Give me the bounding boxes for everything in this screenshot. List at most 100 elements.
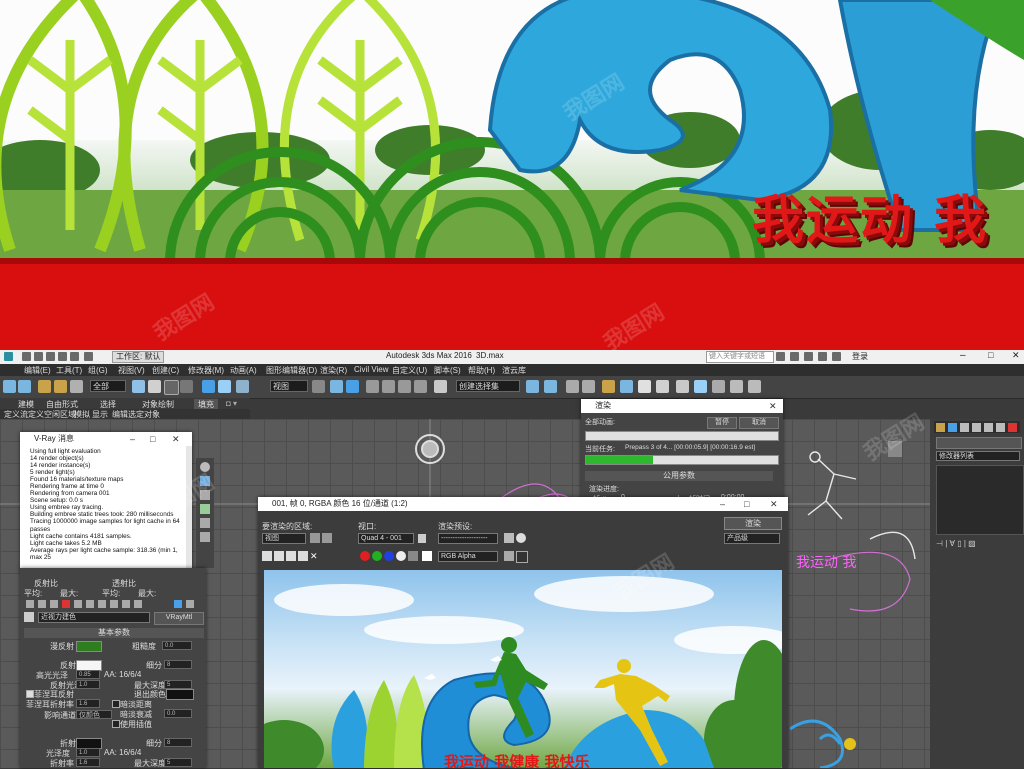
use-interpolation-checkbox[interactable] [112, 720, 120, 728]
render-preset-select[interactable]: -------------------- [438, 533, 498, 544]
gloss-spinner[interactable]: 1.0 [76, 748, 100, 757]
minimize-icon[interactable]: – [720, 497, 725, 511]
render-progress-titlebar[interactable]: 渲染 ✕ [581, 399, 783, 413]
monochrome-icon[interactable] [408, 551, 418, 561]
toggle-ui-overlay-icon[interactable] [504, 551, 514, 561]
background-icon[interactable] [200, 490, 210, 500]
lock-viewport-icon[interactable] [418, 534, 426, 543]
toggle-ui-icon[interactable] [516, 551, 528, 563]
menu-item[interactable]: 脚本(S) [434, 365, 461, 376]
curve-editor-icon[interactable] [602, 380, 615, 393]
menu-item[interactable]: 工具(T) [56, 365, 82, 376]
close-icon[interactable]: ✕ [1012, 350, 1020, 361]
clear-icon[interactable]: ✕ [310, 551, 320, 561]
spinner-snap-icon[interactable] [414, 380, 427, 393]
layer-explorer-icon[interactable] [566, 380, 579, 393]
create-tab-icon[interactable] [936, 423, 945, 432]
align-icon[interactable] [544, 380, 557, 393]
maximize-icon[interactable]: □ [744, 497, 749, 511]
render-progress-window[interactable]: 渲染 ✕ 全部动画: 暂停 取消 当前任务: Prepass 3 of 4...… [581, 399, 783, 509]
alpha-channel-icon[interactable] [396, 551, 406, 561]
save-icon[interactable] [46, 352, 55, 361]
window-crossing-icon[interactable] [180, 380, 193, 393]
red-channel-icon[interactable] [360, 551, 370, 561]
max-depth-spinner[interactable]: 5 [164, 680, 192, 689]
ribbon-toggle-icon[interactable]: ◘ ▾ [226, 399, 237, 408]
menu-item[interactable]: 视图(V) [118, 365, 145, 376]
fresnel-ior-spinner[interactable]: 1.6 [76, 699, 100, 708]
dim-distance-checkbox[interactable] [112, 700, 120, 708]
maximize-icon[interactable]: □ [988, 350, 993, 360]
render-type-select[interactable]: 产品级 [724, 533, 780, 544]
menu-item[interactable]: 帮助(H) [468, 365, 495, 376]
toggle-ribbon-icon[interactable] [582, 380, 595, 393]
render-setup-icon[interactable] [656, 380, 669, 393]
app-logo-icon[interactable] [4, 352, 13, 361]
vray-messages-window[interactable]: V-Ray 消息 – □ ✕ Using full light evaluati… [20, 432, 192, 570]
menu-item[interactable]: 图形编辑器(D) [266, 365, 317, 376]
bind-space-warp-icon[interactable] [70, 380, 83, 393]
redo-icon[interactable] [70, 352, 79, 361]
dim-falloff-spinner[interactable]: 0.0 [164, 709, 192, 718]
sample-type-icon[interactable] [200, 462, 210, 472]
select-object-icon[interactable] [132, 380, 145, 393]
vray-messages-titlebar[interactable]: V-Ray 消息 – □ ✕ [20, 432, 192, 446]
blue-channel-icon[interactable] [384, 551, 394, 561]
select-manipulate-icon[interactable] [330, 380, 343, 393]
hilight-gloss-spinner[interactable]: 0.85 [76, 670, 100, 679]
clone-frame-icon[interactable] [286, 551, 296, 561]
pivot-center-icon[interactable] [312, 380, 325, 393]
modifier-stack[interactable] [936, 465, 1024, 535]
hierarchy-tab-icon[interactable] [960, 423, 969, 432]
stack-controls[interactable]: ⊣ | ∀ ▯ | ▨ [936, 539, 1022, 549]
refract-subdivs-spinner[interactable]: 8 [164, 738, 192, 747]
affect-channels-select[interactable]: 仅颜色 [76, 710, 112, 719]
material-id-icon[interactable] [110, 600, 118, 608]
put-to-library-icon[interactable] [98, 600, 106, 608]
reflect-gloss-spinner[interactable]: 1.0 [76, 680, 100, 689]
menu-item[interactable]: 创建(C) [152, 365, 179, 376]
frame-buffer-titlebar[interactable]: 001, 帧 0, RGBA 颜色 16 位/通道 (1:2) – □ ✕ [258, 497, 788, 511]
reference-coord-select[interactable]: 视图 [270, 380, 308, 392]
unlink-icon[interactable] [54, 380, 67, 393]
close-icon[interactable]: ✕ [172, 432, 180, 446]
named-selection-select[interactable]: 创建选择集 [456, 380, 520, 392]
minimize-icon[interactable]: – [130, 432, 135, 446]
basic-params-rollout[interactable]: 基本参数 [24, 628, 204, 638]
utilities-tab-icon[interactable] [996, 423, 1005, 432]
new-file-icon[interactable] [22, 352, 31, 361]
menu-item[interactable]: Civil View [354, 365, 389, 374]
edit-named-sets-icon[interactable] [434, 380, 447, 393]
render-button[interactable]: 渲染 [724, 517, 782, 530]
cancel-button[interactable]: 取消 [739, 417, 779, 429]
motion-tab-icon[interactable] [972, 423, 981, 432]
menu-item[interactable]: 动画(A) [230, 365, 257, 376]
menu-item[interactable]: 编辑(E) [24, 365, 51, 376]
favorites-icon[interactable] [804, 352, 813, 361]
modify-tab-icon[interactable] [948, 423, 957, 432]
show-end-result-icon[interactable] [134, 600, 142, 608]
menu-item[interactable]: 渲云库 [502, 365, 526, 376]
redo-icon[interactable] [18, 380, 31, 393]
rendered-frame-window-icon[interactable] [676, 380, 689, 393]
assign-material-icon[interactable] [50, 600, 58, 608]
edit-region-icon[interactable] [310, 533, 320, 543]
material-type-button[interactable]: VRayMtl [154, 612, 204, 625]
common-params-rollout[interactable]: 公用参数 [585, 471, 773, 481]
subdivs-spinner[interactable]: 8 [164, 660, 192, 669]
render-production-icon[interactable] [694, 380, 707, 393]
render-iterative-icon[interactable] [712, 380, 725, 393]
backlight-icon[interactable] [200, 476, 210, 486]
select-by-name-icon[interactable] [148, 380, 161, 393]
menu-item[interactable]: 渲染(R) [320, 365, 347, 376]
exit-color-swatch[interactable] [166, 689, 194, 700]
modifier-list-select[interactable]: 修改器列表 [936, 451, 1020, 461]
roughness-spinner[interactable]: 0.0 [162, 641, 192, 650]
channel-display-select[interactable]: RGB Alpha [438, 551, 498, 562]
refract-max-depth-spinner[interactable]: 5 [164, 758, 192, 767]
user-icon[interactable] [832, 352, 841, 361]
video-check-icon[interactable] [200, 518, 210, 528]
community-icon[interactable] [790, 352, 799, 361]
make-unique-icon[interactable] [86, 600, 94, 608]
help-icon[interactable] [818, 352, 827, 361]
